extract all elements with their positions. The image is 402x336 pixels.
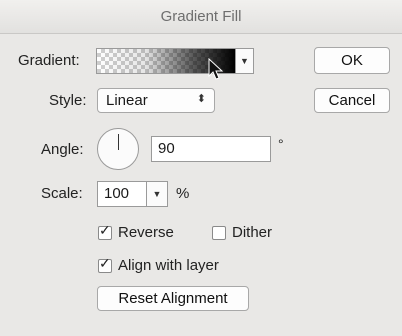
angle-dial-hand [118,134,119,150]
up-down-arrows-icon: ⬍ [196,93,206,105]
style-select[interactable]: Linear ⬍ [97,88,215,113]
align-with-layer-checkbox[interactable]: ✓ [98,255,112,273]
scale-dropdown[interactable]: ▼ [146,181,168,207]
cancel-button[interactable]: Cancel [314,88,390,113]
reverse-checkbox[interactable]: ✓ [98,222,112,240]
scale-input[interactable]: 100 [97,181,147,207]
ok-button[interactable]: OK [314,47,390,74]
style-select-value: Linear [106,92,148,109]
gradient-picker-dropdown[interactable]: ▼ [236,48,254,74]
triangle-down-icon: ▼ [152,189,162,199]
dither-label[interactable]: Dither [232,224,272,241]
scale-label: Scale: [41,185,83,202]
gradient-label: Gradient: [18,52,80,69]
dither-checkbox[interactable] [212,226,226,240]
title-bar: Gradient Fill [0,0,402,34]
dialog-title: Gradient Fill [160,8,242,25]
angle-input[interactable]: 90 [151,136,271,162]
triangle-down-icon: ▼ [240,56,249,66]
checkmark-icon: ✓ [99,255,111,271]
angle-label: Angle: [41,141,84,158]
scale-input-value: 100 [104,185,130,202]
angle-input-value: 90 [158,140,175,157]
reset-alignment-button[interactable]: Reset Alignment [97,286,249,311]
scale-unit: % [176,185,190,202]
checkmark-icon: ✓ [99,222,111,238]
angle-degree-unit: ° [278,136,284,152]
angle-dial[interactable] [97,128,139,170]
reverse-label[interactable]: Reverse [118,224,174,241]
align-with-layer-label[interactable]: Align with layer [118,257,219,274]
style-label: Style: [49,92,87,109]
mouse-pointer-icon [208,58,224,80]
